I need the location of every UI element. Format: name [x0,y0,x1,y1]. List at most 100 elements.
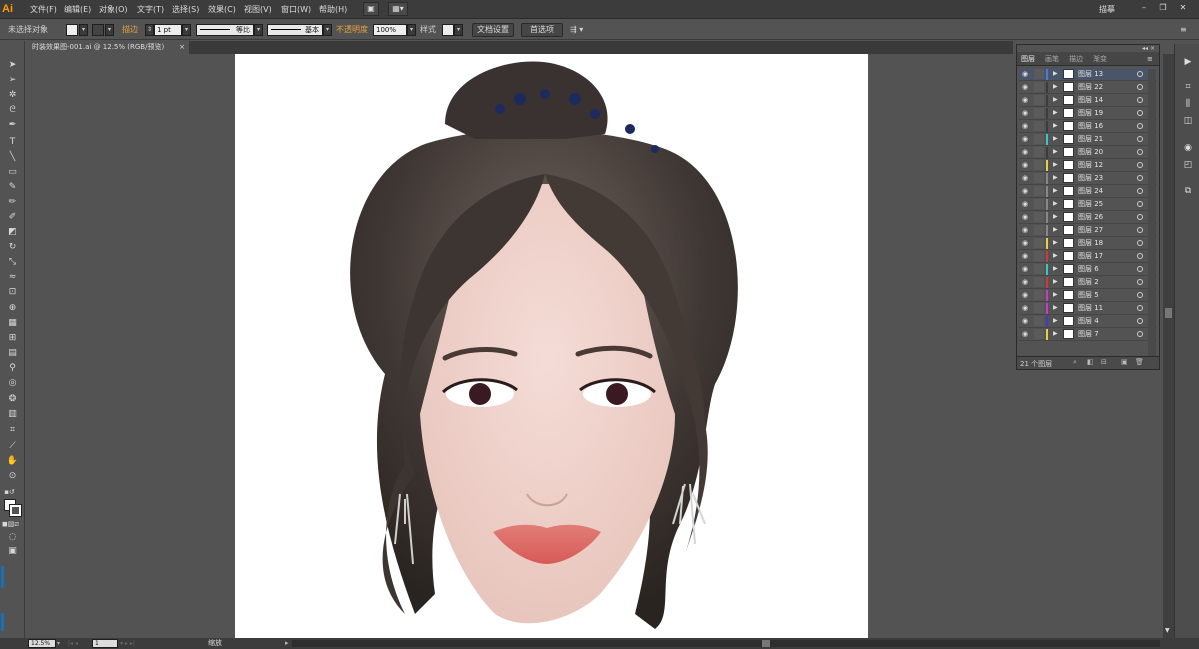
delete-layer-icon[interactable]: 🗑 [1135,358,1144,366]
layer-name[interactable]: 图层 20 [1078,146,1103,158]
visibility-eye-icon[interactable]: ◉ [1022,159,1030,171]
layer-row[interactable]: ◉ ▶ 图层 18 [1019,237,1157,250]
menu-view[interactable]: 视图(V) [244,0,272,19]
target-circle-icon[interactable] [1137,279,1143,285]
zoom-dropdown[interactable]: ▾ [57,639,60,648]
dock-transform-icon[interactable]: ⌗ [1183,82,1193,92]
scale-tool-icon[interactable]: ⤡ [6,256,19,268]
maximize-icon[interactable]: ❐ [1155,2,1171,16]
layer-row[interactable]: ◉ ▶ 图层 22 [1019,81,1157,94]
lock-toggle[interactable] [1034,290,1044,300]
symbol-sprayer-icon[interactable]: ❂ [6,393,19,405]
expand-arrow-icon[interactable]: ▶ [1053,68,1058,80]
layer-row[interactable]: ◉ ▶ 图层 11 [1019,302,1157,315]
preferences-button[interactable]: 首选项 [521,23,563,37]
panel-collapse-icon[interactable]: ◂◂ × [1142,45,1155,52]
expand-arrow-icon[interactable]: ▶ [1053,224,1058,236]
lock-toggle[interactable] [1034,212,1044,222]
layer-name[interactable]: 图层 24 [1078,185,1103,197]
visibility-eye-icon[interactable]: ◉ [1022,315,1030,327]
expand-arrow-icon[interactable]: ▶ [1053,289,1058,301]
layer-name[interactable]: 图层 5 [1078,289,1099,301]
warp-tool-icon[interactable]: ≈ [6,271,19,283]
menu-file[interactable]: 文件(F) [30,0,57,19]
target-circle-icon[interactable] [1137,149,1143,155]
visibility-eye-icon[interactable]: ◉ [1022,107,1030,119]
visibility-eye-icon[interactable]: ◉ [1022,198,1030,210]
shape-builder-icon[interactable]: ⊕ [6,302,19,314]
line-tool-icon[interactable]: ╲ [6,151,19,163]
locate-object-icon[interactable]: ⌕ [1073,358,1077,367]
visibility-eye-icon[interactable]: ◉ [1022,289,1030,301]
layer-name[interactable]: 图层 13 [1078,68,1103,80]
visibility-eye-icon[interactable]: ◉ [1022,263,1030,275]
visibility-eye-icon[interactable]: ◉ [1022,68,1030,80]
pencil-icon[interactable]: ✏ [6,196,19,208]
layer-name[interactable]: 图层 21 [1078,133,1103,145]
target-circle-icon[interactable] [1137,266,1143,272]
layer-name[interactable]: 图层 22 [1078,81,1103,93]
lock-toggle[interactable] [1034,251,1044,261]
magic-wand-icon[interactable]: ✲ [6,89,19,101]
lock-toggle[interactable] [1034,225,1044,235]
perspective-grid-icon[interactable]: ▦ [6,317,19,329]
expand-arrow-icon[interactable]: ▶ [1053,211,1058,223]
close-tab-icon[interactable]: × [179,41,185,54]
opacity-dropdown[interactable]: ▾ [407,24,416,36]
menu-object[interactable]: 对象(O) [99,0,128,19]
variable-width-profile[interactable]: 等比 [196,24,254,36]
lock-toggle[interactable] [1034,147,1044,157]
menu-help[interactable]: 帮助(H) [319,0,347,19]
new-layer-icon[interactable]: ▣ [1121,358,1128,366]
expand-arrow-icon[interactable]: ▶ [1053,133,1058,145]
paintbrush-icon[interactable]: ✎ [6,181,19,193]
expand-arrow-icon[interactable]: ▶ [1053,302,1058,314]
artboard[interactable] [235,54,868,638]
target-circle-icon[interactable] [1137,175,1143,181]
workspace-switcher[interactable]: 描摹 [1099,0,1115,19]
dock-align-icon[interactable]: ⫼ [1183,99,1193,109]
stroke-swatch[interactable] [92,24,104,36]
visibility-eye-icon[interactable]: ◉ [1022,146,1030,158]
tab-layers[interactable]: 图层 [1021,52,1035,66]
target-circle-icon[interactable] [1137,84,1143,90]
lock-toggle[interactable] [1034,316,1044,326]
expand-arrow-icon[interactable]: ▶ [1053,107,1058,119]
style-dropdown[interactable]: ▾ [454,24,463,36]
layer-row[interactable]: ◉ ▶ 图层 4 [1019,315,1157,328]
arrange-icon[interactable]: ▦▾ [388,2,408,16]
layer-name[interactable]: 图层 4 [1078,315,1099,327]
tab-brushes[interactable]: 画笔 [1045,52,1059,66]
eyedropper-icon[interactable]: ⚲ [6,362,19,374]
clipping-mask-icon[interactable]: ◧ [1087,358,1094,366]
expand-arrow-icon[interactable]: ▶ [1053,120,1058,132]
scroll-thumb[interactable] [1165,308,1172,318]
dock-play-icon[interactable]: ▶ [1183,57,1193,67]
layer-row[interactable]: ◉ ▶ 图层 27 [1019,224,1157,237]
type-tool-icon[interactable]: T [6,136,19,148]
expand-arrow-icon[interactable]: ▶ [1053,315,1058,327]
eraser-icon[interactable]: ◩ [6,226,19,238]
horizontal-scrollbar[interactable] [292,640,1160,647]
blob-brush-icon[interactable]: ✐ [6,211,19,223]
minimize-icon[interactable]: – [1136,2,1152,16]
status-menu-icon[interactable]: ▸ [285,639,289,648]
visibility-eye-icon[interactable]: ◉ [1022,328,1030,340]
close-icon[interactable]: ✕ [1175,2,1191,16]
target-circle-icon[interactable] [1137,318,1143,324]
layer-name[interactable]: 图层 23 [1078,172,1103,184]
menu-select[interactable]: 选择(S) [172,0,199,19]
expand-arrow-icon[interactable]: ▶ [1053,276,1058,288]
expand-arrow-icon[interactable]: ▶ [1053,81,1058,93]
lock-toggle[interactable] [1034,82,1044,92]
layer-name[interactable]: 图层 16 [1078,120,1103,132]
layer-row[interactable]: ◉ ▶ 图层 17 [1019,250,1157,263]
visibility-eye-icon[interactable]: ◉ [1022,237,1030,249]
layer-row[interactable]: ◉ ▶ 图层 7 [1019,328,1157,341]
lock-toggle[interactable] [1034,95,1044,105]
lock-toggle[interactable] [1034,108,1044,118]
drawing-mode-icon[interactable]: ◌ [6,531,19,543]
expand-arrow-icon[interactable]: ▶ [1053,198,1058,210]
lock-toggle[interactable] [1034,186,1044,196]
dock-graphic-styles-icon[interactable]: ◰ [1183,160,1193,170]
